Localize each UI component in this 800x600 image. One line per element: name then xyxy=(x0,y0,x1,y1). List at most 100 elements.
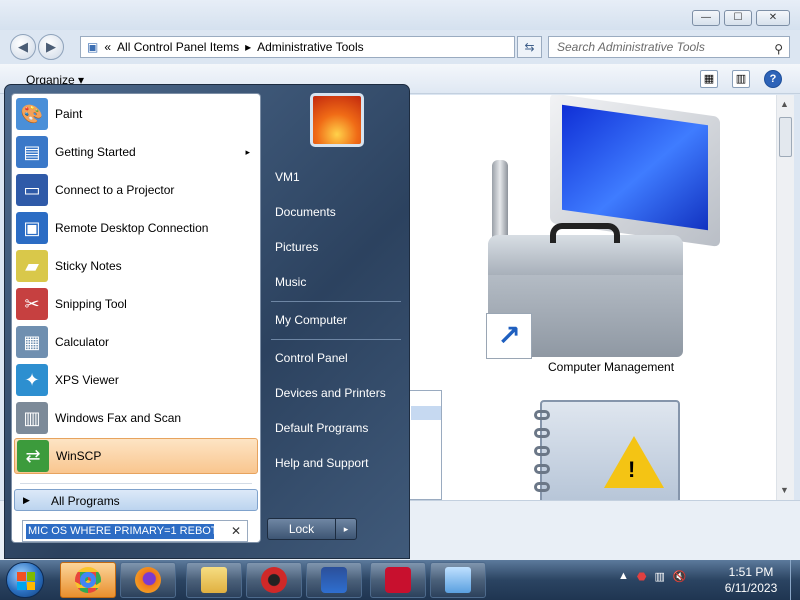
program-label: Paint xyxy=(55,107,83,121)
scroll-up-icon[interactable]: ▲ xyxy=(780,99,789,109)
start-menu-programs-pane: 🎨 Paint ▤ Getting Started ▸ ▭ Connect to… xyxy=(11,93,261,543)
taskbar-app-capture[interactable] xyxy=(306,562,362,598)
program-label: Snipping Tool xyxy=(55,297,127,311)
calculator-icon: ▦ xyxy=(16,326,48,358)
maximize-button[interactable]: ☐ xyxy=(724,10,752,26)
program-item-remote-desktop[interactable]: ▣ Remote Desktop Connection xyxy=(14,210,258,246)
divider xyxy=(271,301,401,302)
user-picture[interactable] xyxy=(310,93,364,147)
ring xyxy=(534,446,550,456)
lock-button[interactable]: Lock xyxy=(268,519,336,539)
ring xyxy=(534,428,550,438)
program-label: Sticky Notes xyxy=(55,259,122,273)
paint-icon: 🎨 xyxy=(16,98,48,130)
link-devices-printers[interactable]: Devices and Printers xyxy=(275,386,386,400)
title-bar[interactable]: — ☐ ✕ xyxy=(0,0,800,30)
taskbar-file-explorer[interactable] xyxy=(186,562,242,598)
program-item-fax-scan[interactable]: ▥ Windows Fax and Scan xyxy=(14,400,258,436)
search-icon[interactable]: ⚲ xyxy=(774,39,783,59)
link-my-computer[interactable]: My Computer xyxy=(275,313,347,327)
taskbar-app-recorder[interactable] xyxy=(370,562,426,598)
search-text-selected[interactable]: MIC OS WHERE PRIMARY=1 REBOT xyxy=(26,524,214,539)
warning-mark: ! xyxy=(628,457,636,482)
ring xyxy=(534,464,550,474)
tray-app-icon[interactable]: ⬣ xyxy=(637,570,647,583)
scissors-icon: ✂ xyxy=(16,288,48,320)
search-input[interactable]: Search Administrative Tools ⚲ xyxy=(548,36,790,58)
computer-management-label[interactable]: Computer Management xyxy=(548,360,674,374)
link-control-panel[interactable]: Control Panel xyxy=(275,351,348,365)
all-programs-label: All Programs xyxy=(51,494,120,508)
breadcrumb-separator[interactable]: ▸ xyxy=(245,40,251,54)
vertical-scrollbar[interactable]: ▲ ▼ xyxy=(776,95,794,500)
program-item-snipping-tool[interactable]: ✂ Snipping Tool xyxy=(14,286,258,322)
program-item-calculator[interactable]: ▦ Calculator xyxy=(14,324,258,360)
program-label: WinSCP xyxy=(56,449,102,463)
program-item-xps-viewer[interactable]: ✦ XPS Viewer xyxy=(14,362,258,398)
network-icon[interactable]: ▥ xyxy=(655,570,665,583)
clock[interactable]: 1:51 PM 6/11/2023 xyxy=(712,564,790,596)
link-help-support[interactable]: Help and Support xyxy=(275,456,368,470)
program-item-winscp[interactable]: ⇄ WinSCP xyxy=(14,438,258,474)
scroll-thumb[interactable] xyxy=(779,117,792,157)
refresh-button[interactable]: ⇆ xyxy=(517,36,542,58)
show-desktop-button[interactable] xyxy=(790,560,800,600)
control-panel-icon: ▣ xyxy=(87,40,99,54)
shortcut-arrow-icon: ↗ xyxy=(486,313,532,359)
getting-started-icon: ▤ xyxy=(16,136,48,168)
all-programs-button[interactable]: ▶ All Programs xyxy=(14,489,258,511)
breadcrumb-admin-tools[interactable]: Administrative Tools xyxy=(257,40,364,54)
recorder-icon xyxy=(385,567,411,593)
file-list: ↗ Computer Management ! xyxy=(410,95,776,500)
close-button[interactable]: ✕ xyxy=(756,10,790,26)
clear-search-icon[interactable]: ✕ xyxy=(231,524,241,538)
link-user-folder[interactable]: VM1 xyxy=(275,170,300,184)
start-button[interactable] xyxy=(6,562,44,598)
preview-pane-icon[interactable]: ▥ xyxy=(732,70,750,88)
program-item-paint[interactable]: 🎨 Paint xyxy=(14,96,258,132)
address-bar[interactable]: ▣ « All Control Panel Items ▸ Administra… xyxy=(80,36,515,58)
program-item-sticky-notes[interactable]: ▰ Sticky Notes xyxy=(14,248,258,284)
ring xyxy=(534,482,550,492)
submenu-arrow-icon[interactable]: ▸ xyxy=(245,147,250,158)
program-item-projector[interactable]: ▭ Connect to a Projector xyxy=(14,172,258,208)
change-view-icon[interactable]: ▦ xyxy=(700,70,718,88)
xps-viewer-icon: ✦ xyxy=(16,364,48,396)
program-label: Windows Fax and Scan xyxy=(55,411,182,425)
show-hidden-icons-chevron[interactable]: ▲ xyxy=(618,570,629,583)
breadcrumb-all-items[interactable]: All Control Panel Items xyxy=(117,40,239,54)
link-pictures[interactable]: Pictures xyxy=(275,240,318,254)
scroll-down-icon[interactable]: ▼ xyxy=(780,485,789,495)
program-item-getting-started[interactable]: ▤ Getting Started ▸ xyxy=(14,134,258,170)
start-search-input[interactable]: MIC OS WHERE PRIMARY=1 REBOT ✕ xyxy=(22,520,248,542)
monitor-screen xyxy=(562,104,708,231)
winscp-icon: ⇄ xyxy=(17,440,49,472)
remote-desktop-icon: ▣ xyxy=(16,212,48,244)
forward-button[interactable]: ▶ xyxy=(38,34,64,60)
caption-buttons: — ☐ ✕ xyxy=(692,10,790,26)
firefox-icon xyxy=(135,567,161,593)
navigation-bar: ◀ ▶ ▣ « All Control Panel Items ▸ Admini… xyxy=(0,30,800,64)
help-icon[interactable]: ? xyxy=(764,70,782,88)
shutdown-options-button[interactable]: ▸ xyxy=(336,519,356,539)
back-button[interactable]: ◀ xyxy=(10,34,36,60)
taskbar-app-gear[interactable] xyxy=(246,562,302,598)
taskbar-chrome[interactable] xyxy=(60,562,116,598)
screen-capture-icon xyxy=(321,567,347,593)
program-label: Connect to a Projector xyxy=(55,183,175,197)
breadcrumb-chevron[interactable]: « xyxy=(104,40,111,54)
sticky-notes-icon: ▰ xyxy=(16,250,48,282)
lock-button-group: Lock ▸ xyxy=(267,518,357,540)
program-label: XPS Viewer xyxy=(55,373,119,387)
taskbar-control-panel[interactable] xyxy=(430,562,486,598)
event-viewer-icon[interactable]: ! xyxy=(534,400,680,500)
expand-arrow-icon: ▶ xyxy=(23,495,30,505)
volume-muted-icon[interactable]: 🔇 xyxy=(673,570,687,583)
link-music[interactable]: Music xyxy=(275,275,306,289)
link-default-programs[interactable]: Default Programs xyxy=(275,421,368,435)
control-panel-icon xyxy=(445,567,471,593)
taskbar-firefox[interactable] xyxy=(120,562,176,598)
notification-area: ▲ ⬣ ▥ 🔇 xyxy=(618,570,687,583)
link-documents[interactable]: Documents xyxy=(275,205,336,219)
minimize-button[interactable]: — xyxy=(692,10,720,26)
